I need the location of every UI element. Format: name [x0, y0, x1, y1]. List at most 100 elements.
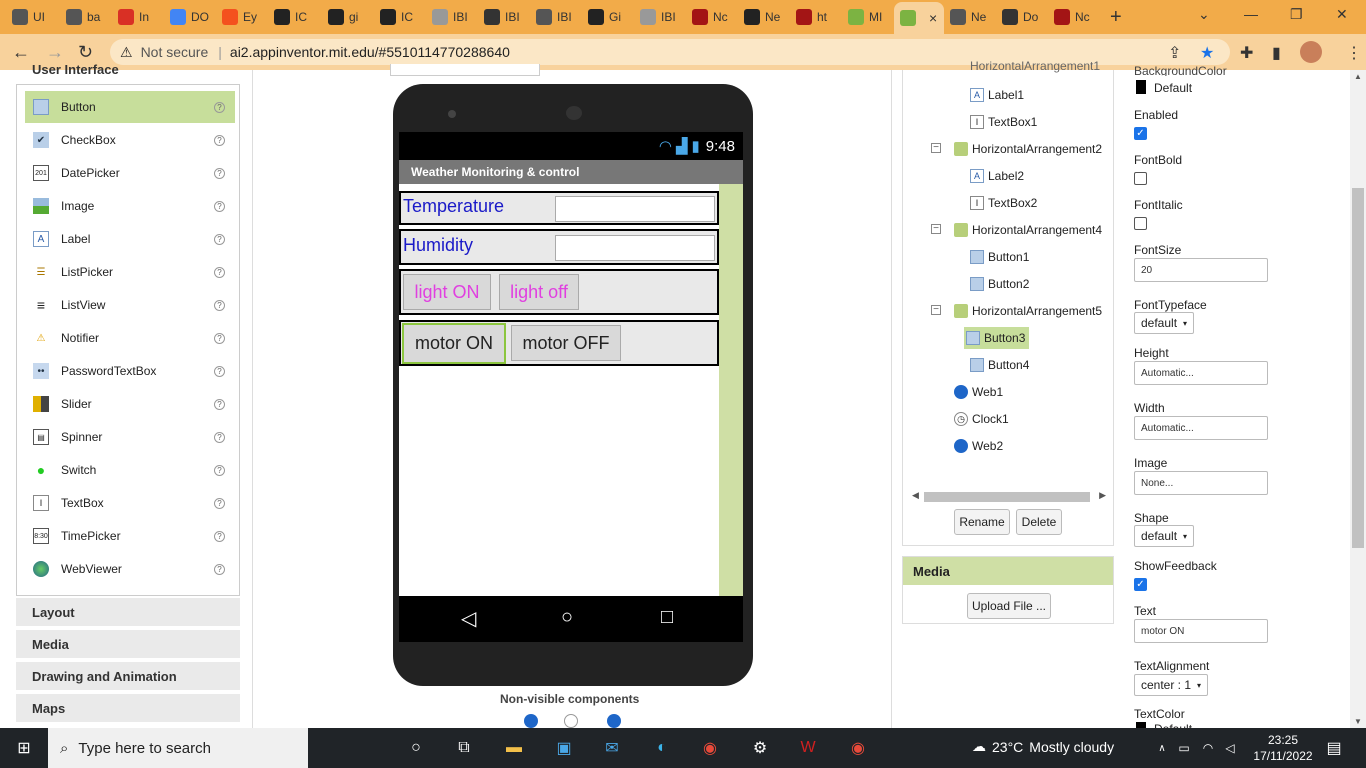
windows-start-icon[interactable]: ⊞	[12, 736, 36, 760]
scroll-down-icon[interactable]: ▼	[1354, 717, 1362, 726]
palette-item-button[interactable]: Button ?	[25, 91, 235, 123]
browser-tab[interactable]: Nc	[686, 4, 736, 30]
palette-item-spinner[interactable]: ▤ Spinner ?	[25, 421, 235, 453]
settings-gear-icon[interactable]: ⚙	[748, 736, 772, 760]
restore-button[interactable]: ❐	[1290, 6, 1303, 23]
tree-item-button4[interactable]: Button4	[970, 354, 1029, 376]
tree-item-web1[interactable]: Web1	[954, 381, 1003, 403]
palette-item-textbox[interactable]: I TextBox ?	[25, 487, 235, 519]
tree-item-horizontalarrangement2[interactable]: HorizontalArrangement2	[954, 138, 1102, 160]
collapse-toggle[interactable]: −	[931, 143, 941, 153]
browser-tab[interactable]: IC	[268, 4, 318, 30]
horizontal-arrangement-2[interactable]: Humidity	[399, 229, 719, 265]
browser-tab[interactable]: ht	[790, 4, 840, 30]
help-icon[interactable]: ?	[214, 101, 225, 113]
motor-off-button[interactable]: motor OFF	[511, 325, 621, 361]
tree-item-label1[interactable]: A Label1	[970, 84, 1024, 106]
browser-tab[interactable]: ×	[894, 2, 944, 34]
browser-tab[interactable]: Ey	[216, 4, 266, 30]
textbox1[interactable]	[555, 196, 715, 222]
fonttypeface-select[interactable]: default ▾	[1134, 312, 1195, 334]
share-icon[interactable]: ⇪	[1168, 43, 1181, 63]
reload-icon[interactable]: ↻	[78, 42, 93, 63]
close-tab-icon[interactable]: ×	[929, 10, 937, 26]
store-icon[interactable]: ▣	[552, 736, 576, 760]
showfeedback-checkbox[interactable]: ✓	[1134, 578, 1147, 591]
text-input[interactable]: motor ON	[1134, 619, 1268, 643]
collapse-toggle[interactable]: −	[931, 224, 941, 234]
help-icon[interactable]: ?	[214, 365, 225, 377]
tree-item-web2[interactable]: Web2	[954, 435, 1003, 457]
motor-on-button[interactable]: motor ON	[402, 323, 506, 364]
scroll-up-icon[interactable]: ▲	[1354, 72, 1362, 81]
fontbold-checkbox[interactable]	[1134, 172, 1147, 185]
palette-item-passwordtextbox[interactable]: •• PasswordTextBox ?	[25, 355, 235, 387]
shape-select[interactable]: default ▾	[1134, 525, 1195, 547]
tree-item-horizontalarrangement5[interactable]: HorizontalArrangement5	[954, 300, 1102, 322]
tree-item-horizontalarrangement4[interactable]: HorizontalArrangement4	[954, 219, 1102, 241]
help-icon[interactable]: ?	[214, 167, 225, 179]
screen-size-select[interactable]	[390, 64, 540, 76]
browser-tab[interactable]: Ne	[944, 4, 994, 30]
backgroundcolor-value[interactable]: Default	[1154, 81, 1192, 95]
back-icon[interactable]: ←	[12, 42, 30, 63]
collapse-toggle[interactable]: −	[931, 305, 941, 315]
browser-tab[interactable]: IBI	[530, 4, 580, 30]
palette-item-label[interactable]: A Label ?	[25, 223, 235, 255]
enabled-checkbox[interactable]: ✓	[1134, 127, 1147, 140]
file-explorer-icon[interactable]: ▬	[502, 736, 526, 760]
scroll-right-icon[interactable]: ▶	[1099, 490, 1106, 501]
fontitalic-checkbox[interactable]	[1134, 217, 1147, 230]
textalignment-select[interactable]: center : 1 ▾	[1134, 674, 1209, 696]
help-icon[interactable]: ?	[214, 431, 225, 443]
cortana-icon[interactable]: ○	[404, 736, 428, 760]
browser-tab[interactable]: Gi	[582, 4, 632, 30]
tree-item-textbox1[interactable]: I TextBox1	[970, 111, 1037, 133]
browser-tab[interactable]: IBI	[426, 4, 476, 30]
browser-tab[interactable]: IBI	[478, 4, 528, 30]
palette-item-notifier[interactable]: ⚠ Notifier ?	[25, 322, 235, 354]
palette-item-webviewer[interactable]: WebViewer ?	[25, 553, 235, 585]
palette-item-datepicker[interactable]: 201 DatePicker ?	[25, 157, 235, 189]
forward-icon[interactable]: →	[46, 42, 64, 63]
notifications-icon[interactable]: ▤	[1322, 736, 1346, 760]
globe-icon[interactable]	[607, 714, 621, 728]
new-tab-button[interactable]: +	[1110, 6, 1122, 29]
horizontal-arrangement-4[interactable]: light ON light off	[399, 269, 719, 315]
horizontal-arrangement-5[interactable]: motor ON motor OFF	[399, 320, 719, 366]
browser-tab[interactable]: gi	[322, 4, 372, 30]
taskbar-search[interactable]: ⌕ Type here to search	[48, 728, 308, 768]
close-window-button[interactable]: ✕	[1336, 6, 1348, 23]
category-media[interactable]: Media	[16, 630, 240, 660]
tree-item-label2[interactable]: A Label2	[970, 165, 1024, 187]
palette-item-listpicker[interactable]: ☰ ListPicker ?	[25, 256, 235, 288]
palette-item-image[interactable]: Image ?	[25, 190, 235, 222]
edge-icon[interactable]: ◐	[650, 736, 674, 760]
help-icon[interactable]: ?	[214, 563, 225, 575]
page-vertical-scrollbar[interactable]: ▲ ▼	[1350, 70, 1366, 728]
width-input[interactable]: Automatic...	[1134, 416, 1268, 440]
volume-icon[interactable]: ◁	[1218, 736, 1242, 760]
tree-item-clock1[interactable]: ◷ Clock1	[954, 408, 1009, 430]
help-icon[interactable]: ?	[214, 266, 225, 278]
scroll-thumb[interactable]	[1352, 188, 1364, 548]
palette-item-timepicker[interactable]: 8:30 TimePicker ?	[25, 520, 235, 552]
category-layout[interactable]: Layout	[16, 598, 240, 628]
minimize-button[interactable]: —	[1244, 6, 1258, 22]
chrome-icon[interactable]: ◉	[698, 736, 722, 760]
globe-icon[interactable]	[524, 714, 538, 728]
browser-tab[interactable]: MI	[842, 4, 892, 30]
palette-item-checkbox[interactable]: ✔ CheckBox ?	[25, 124, 235, 156]
tree-item-button3[interactable]: Button3	[964, 327, 1030, 349]
chrome-profile-icon[interactable]: ◉	[846, 736, 870, 760]
horizontal-arrangement-1[interactable]: Temperature	[399, 191, 719, 225]
browser-tab[interactable]: Ne	[738, 4, 788, 30]
tree-horizontal-scrollbar[interactable]: ◀ ▶	[912, 490, 1106, 504]
menu-icon[interactable]: ⋮	[1346, 43, 1362, 63]
help-icon[interactable]: ?	[214, 497, 225, 509]
task-view-icon[interactable]: ⧉	[452, 736, 476, 760]
tree-item-button1[interactable]: Button1	[970, 246, 1029, 268]
browser-tab[interactable]: Nc	[1048, 4, 1098, 30]
wifi-icon[interactable]: ◠	[1196, 736, 1220, 760]
help-icon[interactable]: ?	[214, 200, 225, 212]
